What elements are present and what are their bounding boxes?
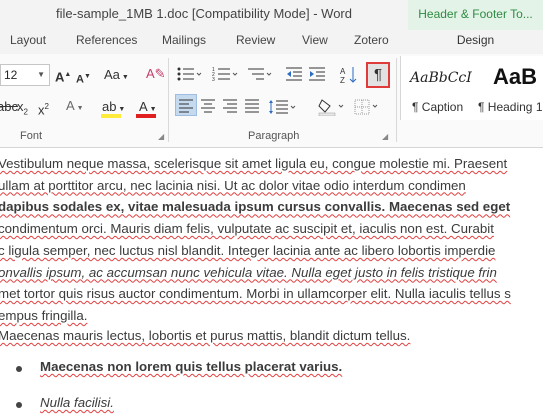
window-title: file-sample_1MB 1.doc [Compatibility Mod… [56,6,352,21]
text-line: ullam at porttitor arcu, nec lacinia nis… [0,177,466,193]
tab-layout[interactable]: Layout [10,33,46,47]
grow-font-icon[interactable]: A▲ [55,67,71,85]
text-line: met tortor quis risus auctor condimentum… [0,286,511,302]
style-heading1-name[interactable]: ¶ Heading 1 [478,100,543,114]
numbering-icon[interactable]: 123 [212,66,240,82]
shading-icon[interactable] [318,98,346,116]
svg-text:Z: Z [340,76,345,84]
font-size-box[interactable]: 12 ▼ [0,64,50,86]
bullet-icon [16,366,22,372]
text-line: onvallis ipsum, ac accumsan nunc vehicul… [0,264,497,280]
bullets-icon[interactable] [176,66,202,82]
font-size-value: 12 [4,68,18,82]
text-effects-icon[interactable]: A ▼ [66,98,84,117]
paragraph-dialog-launcher-icon[interactable]: ◢ [382,132,388,141]
text-line: Maecenas mauris lectus, lobortis et puru… [0,328,411,343]
bullet-icon [16,402,22,408]
multilevel-list-icon[interactable] [246,66,274,82]
subscript-icon[interactable]: x2 [17,99,28,121]
highlight-color-swatch [101,114,121,118]
align-left-button[interactable] [175,94,197,116]
group-separator [396,58,397,142]
style-caption-preview[interactable]: AaBbCcI [410,70,472,86]
clear-formatting-icon[interactable]: A✎ [146,66,166,82]
chevron-down-icon: ▼ [37,70,45,79]
font-group-label: Font [20,130,43,142]
tab-references[interactable]: References [76,33,137,47]
style-caption-name[interactable]: ¶ Caption [412,100,463,114]
tab-zotero[interactable]: Zotero [354,33,389,47]
tab-view[interactable]: View [302,33,328,47]
contextual-tab-group-label: Header & Footer To... [418,7,533,21]
list-item: Maecenas non lorem quis tellus placerat … [40,359,343,374]
text-line: Vestibulum neque massa, scelerisque sit … [0,156,508,171]
borders-icon[interactable] [354,98,382,116]
svg-text:3: 3 [212,77,215,82]
tab-review[interactable]: Review [236,33,275,47]
line-spacing-icon[interactable] [268,99,298,115]
paragraph-1: Vestibulum neque massa, scelerisque sit … [0,153,543,327]
decrease-indent-icon[interactable] [286,66,304,82]
svg-text:A: A [340,67,346,76]
show-hide-formatting-button[interactable]: ¶ [366,62,390,88]
strikethrough-icon[interactable]: abc [0,99,18,115]
tab-design[interactable]: Design [408,30,543,47]
superscript-icon[interactable]: x2 [38,99,49,118]
change-case-icon[interactable]: Aa ▼ [104,67,129,86]
document-body[interactable]: Vestibulum neque massa, scelerisque sit … [0,149,543,416]
styles-gallery: AaBbCcI ¶ Caption AaB ¶ Heading 1 [400,56,543,120]
list-item: Nulla facilisi. [40,395,114,410]
align-right-icon[interactable] [222,99,240,115]
tab-mailings[interactable]: Mailings [162,33,206,47]
paragraph-group-label: Paragraph [248,130,300,142]
text-line: condimentum orci. Mauris diam felis, vul… [0,221,494,237]
text-line: c ligula semper, nec luctus nisl blandit… [0,242,496,258]
justify-icon[interactable] [244,99,262,115]
font-color-swatch [136,114,156,118]
sort-icon[interactable]: AZ [340,66,358,84]
align-center-icon[interactable] [200,99,218,115]
shrink-font-icon[interactable]: A▼ [76,69,91,88]
group-separator [168,58,169,142]
font-dialog-launcher-icon[interactable]: ◢ [158,132,164,141]
paragraph-2: Maecenas mauris lectus, lobortis et puru… [0,325,543,347]
text-line: dapibus sodales ex, vitae malesuada ipsu… [0,199,511,215]
text-line: empus fringilla. [0,307,88,323]
increase-indent-icon[interactable] [309,66,327,82]
style-heading1-preview[interactable]: AaB [493,64,537,90]
